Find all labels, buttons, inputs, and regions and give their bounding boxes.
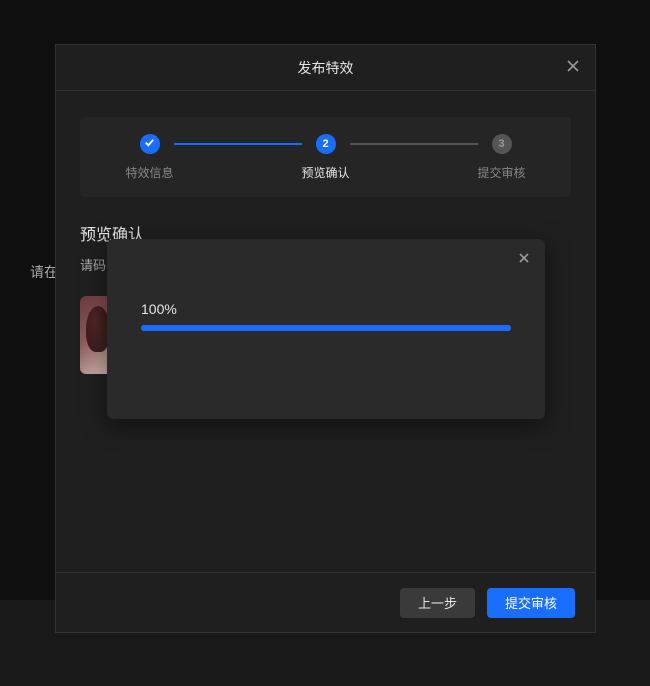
stepper-container: 特效信息 2 预览确认 3 提交审核 (80, 117, 571, 197)
step-2-circle: 2 (316, 134, 336, 154)
progress-dialog: 100% (107, 239, 545, 419)
progress-percent-label: 100% (141, 301, 529, 317)
step-line-1-2 (174, 143, 302, 145)
progress-bar-track (141, 325, 511, 331)
check-icon (144, 137, 155, 151)
step-3-number: 3 (498, 138, 504, 150)
stepper: 特效信息 2 预览确认 3 提交审核 (126, 134, 526, 181)
step-1-circle (140, 134, 160, 154)
background-partial-text: 请在 (30, 262, 58, 282)
step-3-label: 提交审核 (478, 164, 526, 181)
dialog-title: 发布特效 (298, 58, 354, 78)
dialog-footer: 上一步 提交审核 (56, 572, 595, 632)
submit-button[interactable]: 提交审核 (487, 588, 575, 618)
step-1-label: 特效信息 (126, 164, 174, 181)
step-2-label: 预览确认 (302, 164, 350, 181)
close-icon (566, 59, 580, 76)
dialog-header: 发布特效 (56, 45, 595, 91)
progress-close-button[interactable] (515, 251, 533, 269)
step-3: 3 提交审核 (478, 134, 526, 181)
step-1: 特效信息 (126, 134, 174, 181)
prev-button[interactable]: 上一步 (400, 588, 475, 618)
step-2-number: 2 (322, 138, 328, 150)
step-2: 2 预览确认 (302, 134, 350, 181)
close-icon (518, 251, 530, 269)
close-button[interactable] (563, 58, 583, 78)
step-line-2-3 (350, 143, 478, 145)
step-3-circle: 3 (492, 134, 512, 154)
progress-bar-fill (141, 325, 511, 331)
